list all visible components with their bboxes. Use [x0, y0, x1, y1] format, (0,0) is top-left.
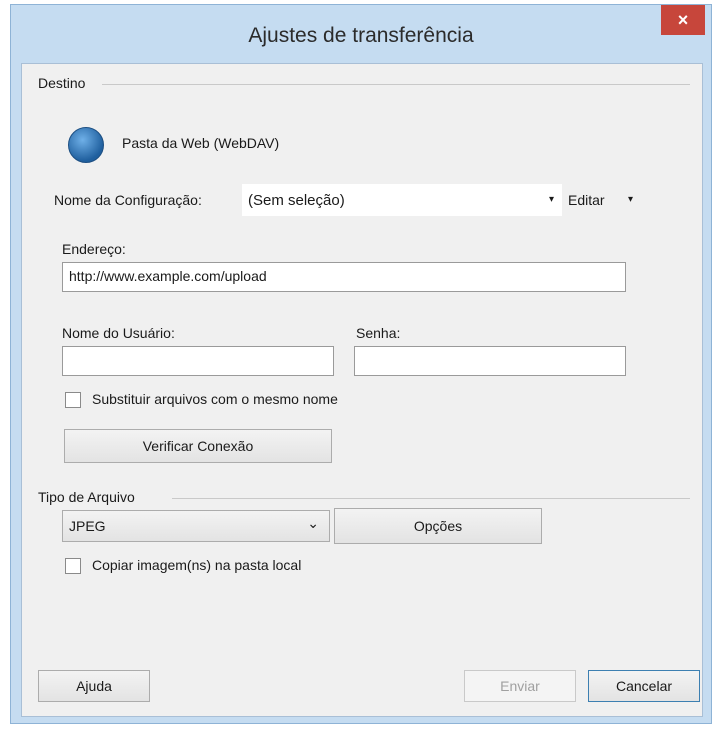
send-label: Enviar: [500, 678, 540, 694]
service-name: Pasta da Web (WebDAV): [122, 135, 280, 151]
file-type-group-divider: [172, 498, 690, 499]
options-button[interactable]: Opções: [334, 508, 542, 544]
config-name-label: Nome da Configuração:: [54, 192, 202, 208]
window-title: Ajustes de transferência: [248, 24, 474, 47]
config-name-select[interactable]: (Sem seleção) ▾: [242, 184, 562, 216]
cancel-button[interactable]: Cancelar: [588, 670, 700, 702]
globe-icon: [68, 127, 104, 163]
address-field[interactable]: http://www.example.com/upload: [62, 262, 626, 292]
copy-local-label: Copiar imagem(ns) na pasta local: [92, 557, 302, 573]
address-label: Endereço:: [62, 241, 126, 257]
chevron-down-icon: ▾: [548, 194, 554, 205]
overwrite-checkbox[interactable]: [65, 392, 81, 408]
password-label: Senha:: [356, 325, 401, 341]
options-label: Opções: [413, 518, 463, 534]
file-type-value: JPEG: [69, 518, 106, 534]
destination-group-divider: [102, 84, 690, 85]
title-bar[interactable]: Ajustes de transferência ×: [11, 5, 711, 63]
copy-local-checkbox[interactable]: [65, 558, 81, 574]
help-button[interactable]: Ajuda: [38, 670, 150, 702]
verify-connection-button[interactable]: Verificar Conexão: [64, 429, 332, 463]
send-button[interactable]: Enviar: [464, 670, 576, 702]
chevron-down-icon: ⌄: [307, 515, 319, 531]
config-name-value: (Sem seleção): [248, 192, 345, 209]
verify-connection-label: Verificar Conexão: [142, 438, 254, 454]
overwrite-label: Substituir arquivos com o mesmo nome: [92, 391, 338, 407]
username-label: Nome do Usuário:: [62, 325, 175, 341]
close-button[interactable]: ×: [661, 5, 705, 35]
close-icon: ×: [677, 9, 689, 30]
cancel-label: Cancelar: [615, 678, 673, 694]
dialog-content: Destino Pasta da Web (WebDAV) Nome da Co…: [21, 63, 703, 717]
file-type-group-label: Tipo de Arquivo: [38, 489, 141, 505]
edit-menu-button[interactable]: Editar ▾: [568, 188, 638, 212]
chevron-down-icon: ▾: [628, 194, 634, 205]
help-label: Ajuda: [76, 678, 112, 694]
username-field[interactable]: [62, 346, 334, 376]
file-type-select[interactable]: JPEG ⌄: [62, 510, 330, 542]
dialog-window: Ajustes de transferência × Destino Pasta…: [10, 4, 712, 724]
password-field[interactable]: [354, 346, 626, 376]
destination-group-label: Destino: [38, 75, 92, 91]
edit-label: Editar: [568, 192, 605, 208]
